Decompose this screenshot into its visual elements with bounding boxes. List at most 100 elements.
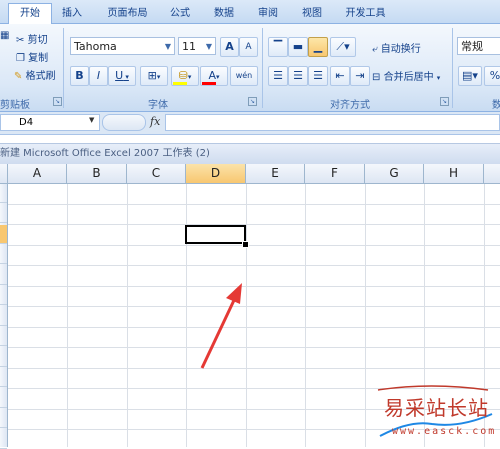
tab-developer[interactable]: 开发工具 (338, 4, 393, 23)
align-bottom-icon: ▁ (313, 40, 323, 53)
column-header-c[interactable]: C (127, 164, 186, 183)
name-box[interactable]: D4 (0, 114, 100, 131)
select-all-corner[interactable] (0, 164, 8, 183)
grid-line (8, 204, 500, 205)
fill-handle[interactable] (242, 241, 249, 248)
row-header[interactable] (0, 184, 7, 203)
borders-button[interactable]: ⊞▾ (140, 66, 168, 86)
increase-indent-icon: ⇥ (355, 69, 365, 82)
row-headers (0, 184, 8, 449)
alignment-launcher-icon[interactable]: ↘ (440, 97, 449, 106)
paint-bucket-icon: ⛁ (178, 69, 188, 82)
shrink-font-button[interactable]: A (239, 37, 258, 57)
tab-insert[interactable]: 插入 (56, 4, 88, 23)
number-group-label: 数 (492, 100, 500, 111)
group-divider (262, 28, 263, 108)
align-middle-button[interactable]: ▬ (288, 37, 308, 57)
row-header[interactable] (0, 368, 7, 387)
copy-button[interactable]: ❐ 复制 (16, 49, 48, 64)
italic-button[interactable]: I (89, 66, 108, 86)
formula-splitter[interactable] (102, 114, 146, 131)
column-header-g[interactable]: G (365, 164, 424, 183)
chevron-down-icon: ▾ (156, 73, 161, 81)
align-top-button[interactable]: ▔ (268, 37, 288, 57)
tab-data[interactable]: 数据 (208, 4, 240, 23)
row-header[interactable] (0, 266, 7, 285)
formula-input[interactable] (165, 114, 500, 131)
column-header-f[interactable]: F (305, 164, 365, 183)
align-left-button[interactable]: ☰ (268, 66, 288, 86)
grid-line (8, 306, 500, 307)
column-header-h[interactable]: H (424, 164, 484, 183)
merge-center-button[interactable]: ⊟ 合并后居中 ▾ (372, 68, 440, 83)
column-header-a[interactable]: A (8, 164, 67, 183)
column-header-e[interactable]: E (246, 164, 305, 183)
row-header-selected[interactable] (0, 225, 7, 244)
accounting-format-button[interactable]: ▤▾ (458, 66, 482, 86)
chevron-down-icon: ▼ (164, 42, 171, 51)
grow-font-button[interactable]: A (220, 37, 239, 57)
align-right-button[interactable]: ☰ (308, 66, 328, 86)
column-header-b[interactable]: B (67, 164, 127, 183)
column-header-d[interactable]: D (186, 164, 246, 183)
row-header[interactable] (0, 389, 7, 408)
wrap-text-button[interactable]: ⤶ 自动换行 (372, 40, 421, 55)
wrap-text-label: 自动换行 (380, 44, 421, 55)
watermark-text: 易采站长站 (384, 396, 489, 420)
row-header[interactable] (0, 245, 7, 264)
insert-function-button[interactable]: fx (150, 115, 160, 128)
grow-font-label: A (225, 40, 234, 53)
watermark: 易采站长站 www.easck.com (370, 384, 500, 447)
grid-line (8, 286, 500, 287)
format-painter-button[interactable]: ✎ 格式刷 (14, 67, 56, 82)
chevron-down-icon[interactable]: ▼ (89, 116, 94, 124)
grid-line (8, 327, 500, 328)
column-header-i[interactable] (484, 164, 500, 183)
tab-formulas[interactable]: 公式 (164, 4, 196, 23)
percent-label: % (489, 69, 500, 82)
grid-line (8, 368, 500, 369)
font-color-label: A (208, 69, 216, 82)
fill-color-swatch (173, 82, 187, 85)
increase-indent-button[interactable]: ⇥ (350, 66, 370, 86)
row-header[interactable] (0, 348, 7, 367)
workbook-title: 新建 Microsoft Office Excel 2007 工作表 (2) (0, 148, 210, 159)
row-header[interactable] (0, 286, 7, 305)
tab-page-layout[interactable]: 页面布局 (100, 4, 155, 23)
ribbon-tab-bar: 开始 插入 页面布局 公式 数据 审阅 视图 开发工具 (0, 0, 500, 24)
decrease-indent-button[interactable]: ⇤ (330, 66, 350, 86)
row-header[interactable] (0, 327, 7, 346)
group-divider (452, 28, 453, 108)
font-size-combo[interactable]: 11 ▼ (178, 37, 216, 55)
clipboard-launcher-icon[interactable]: ↘ (53, 97, 62, 106)
align-middle-icon: ▬ (292, 40, 304, 53)
row-header[interactable] (0, 307, 7, 326)
percent-button[interactable]: % (484, 66, 500, 86)
bold-button[interactable]: B (70, 66, 89, 86)
row-header[interactable] (0, 409, 7, 428)
underline-label: U (115, 69, 124, 82)
paste-icon[interactable]: ▦ (0, 30, 9, 41)
border-grid-icon: ⊞ (147, 69, 157, 82)
active-cell-d4[interactable] (185, 225, 246, 244)
tab-review[interactable]: 审阅 (252, 4, 284, 23)
orientation-button[interactable]: ⟋▾ (330, 37, 356, 57)
orientation-icon: ⟋▾ (336, 40, 350, 53)
red-arrow-annotation (200, 283, 242, 369)
column-headers: A B C D E F G H (0, 164, 500, 184)
cut-button[interactable]: ✂ 剪切 (16, 31, 48, 46)
number-format-combo[interactable]: 常规 (457, 37, 500, 55)
number-format-value: 常规 (461, 40, 483, 53)
arrow-head (226, 283, 242, 304)
watermark-url: www.easck.com (392, 426, 497, 437)
tab-home[interactable]: 开始 (8, 3, 52, 24)
underline-button[interactable]: U ▾ (108, 66, 136, 86)
font-name-combo[interactable]: Tahoma ▼ (70, 37, 175, 55)
row-header[interactable] (0, 204, 7, 223)
row-header[interactable] (0, 430, 7, 449)
phonetic-button[interactable]: wén (230, 66, 258, 86)
align-bottom-button[interactable]: ▁ (308, 37, 328, 57)
tab-view[interactable]: 视图 (296, 4, 328, 23)
font-launcher-icon[interactable]: ↘ (248, 97, 257, 106)
align-center-button[interactable]: ☰ (288, 66, 308, 86)
